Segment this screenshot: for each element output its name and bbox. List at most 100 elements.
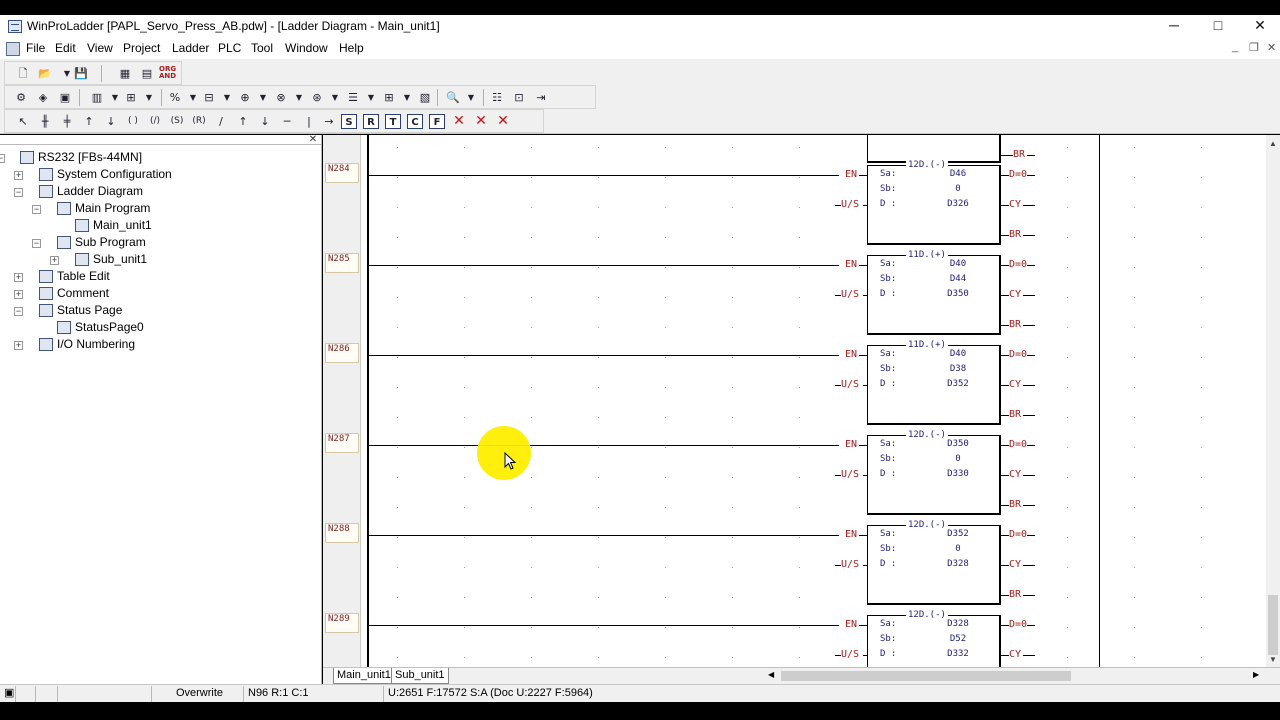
menu-tool[interactable]: Tool	[251, 41, 273, 55]
tab-main-unit1[interactable]: Main_unit1	[333, 668, 395, 684]
r-function-icon[interactable]: R	[363, 114, 379, 129]
expand-icon[interactable]: +	[14, 273, 23, 282]
down-contact-icon[interactable]: ↓	[103, 114, 119, 129]
dropdown-arrow-icon[interactable]: ▼	[107, 90, 123, 105]
collapse-icon[interactable]: −	[14, 188, 23, 197]
tree-node-rs232[interactable]: − RS232 [FBs-44MN]	[0, 150, 320, 166]
menu-ladder[interactable]: Ladder	[172, 41, 209, 55]
function-block-partial[interactable]	[867, 135, 1001, 163]
function-block[interactable]: 12D.(-) Sa: D350 Sb: 0 D : D330	[867, 430, 1001, 515]
mdi-minimize-button[interactable]: _	[1232, 41, 1238, 53]
dropdown-arrow-icon[interactable]: ▼	[185, 90, 201, 105]
tree-node-status-page0[interactable]: StatusPage0	[0, 320, 320, 336]
new-file-icon[interactable]: 🗋	[15, 66, 31, 81]
panel-close-icon[interactable]: ✕	[308, 135, 318, 145]
select-tool-icon[interactable]: ↖	[15, 114, 31, 129]
collapse-icon[interactable]: −	[32, 239, 41, 248]
function-block[interactable]: 11D.(+) Sa: D40 Sb: D38 D : D352	[867, 340, 1001, 425]
run-icon[interactable]: ▥	[89, 90, 105, 105]
scroll-thumb[interactable]	[781, 671, 1071, 681]
reset-coil-icon[interactable]: (R)	[191, 114, 207, 129]
search-icon[interactable]: 🔍	[445, 90, 461, 105]
list-icon[interactable]: ⊛	[309, 90, 325, 105]
dropdown-arrow-icon[interactable]: ▼	[463, 90, 479, 105]
tree-node-sub-unit1[interactable]: + Sub_unit1	[0, 252, 320, 268]
up-diff-icon[interactable]: ↑	[235, 114, 251, 129]
delete-icon[interactable]: ✕	[451, 114, 467, 129]
collapse-icon[interactable]: −	[0, 154, 5, 163]
mdi-restore-button[interactable]: ❐	[1249, 41, 1259, 54]
scroll-right-icon[interactable]: ▶	[1253, 670, 1259, 679]
vertical-line-icon[interactable]: |	[301, 114, 317, 129]
delete-row-icon[interactable]: ✕	[473, 114, 489, 129]
align-icon[interactable]: ☰	[345, 90, 361, 105]
down-diff-icon[interactable]: ↓	[257, 114, 273, 129]
diagram-icon[interactable]: ◈	[35, 90, 51, 105]
rung-insert-icon[interactable]: ☷	[489, 90, 505, 105]
t-function-icon[interactable]: T	[385, 114, 401, 129]
mdi-close-button[interactable]: ✕	[1267, 41, 1276, 54]
network-number-tag[interactable]: N287	[325, 433, 359, 453]
expand-icon[interactable]: ▧	[417, 90, 433, 105]
maximize-button[interactable]: □	[1196, 15, 1240, 37]
tree-node-sub-program[interactable]: − Sub Program	[0, 235, 320, 251]
up-contact-icon[interactable]: ↑	[81, 114, 97, 129]
tree-node-status-page[interactable]: − Status Page	[0, 303, 320, 319]
network-icon[interactable]: ⊞	[381, 90, 397, 105]
open-coil-icon[interactable]: ( )	[125, 114, 141, 129]
dropdown-arrow-icon[interactable]: ▼	[327, 90, 343, 105]
org-and-icon[interactable]: ORG AND	[159, 66, 176, 81]
tree-node-io-numbering[interactable]: + I/O Numbering	[0, 337, 320, 353]
f-function-icon[interactable]: F	[429, 114, 445, 129]
network-number-tag[interactable]: N284	[325, 163, 359, 183]
menu-edit[interactable]: Edit	[55, 41, 76, 55]
rung-jump-icon[interactable]: ⇥	[533, 90, 549, 105]
tree-node-main-unit1[interactable]: Main_unit1	[0, 218, 320, 234]
monitor-icon[interactable]: ▣	[57, 90, 73, 105]
save-icon[interactable]: 💾	[73, 66, 89, 81]
dropdown-arrow-icon[interactable]: ▼	[255, 90, 271, 105]
tab-sub-unit1[interactable]: Sub_unit1	[391, 668, 449, 684]
table-view-icon[interactable]: ▤	[139, 66, 155, 81]
edit-icon[interactable]: ⊞	[123, 90, 139, 105]
function-block[interactable]: 12D.(-) Sa: D46 Sb: 0 D : D326	[867, 160, 1001, 245]
rung-select-icon[interactable]: ⊡	[511, 90, 527, 105]
dropdown-arrow-icon[interactable]: ▼	[399, 90, 415, 105]
close-button[interactable]: ✕	[1238, 15, 1280, 37]
horizontal-line-icon[interactable]: ─	[279, 114, 295, 129]
no-contact-icon[interactable]: ╫	[37, 114, 53, 129]
zoom-icon[interactable]: ⊕	[237, 90, 253, 105]
collapse-icon[interactable]: −	[32, 205, 41, 214]
ladder-diagram-canvas[interactable]: BR N284 EN U/S 12D.(-) Sa: D46 Sb: 0 D : D326 D=0 CY…	[323, 135, 1266, 667]
tree-node-ladder-diagram[interactable]: − Ladder Diagram	[0, 184, 320, 200]
register-icon[interactable]: ⊗	[273, 90, 289, 105]
network-number-tag[interactable]: N288	[325, 523, 359, 543]
document-icon[interactable]	[6, 42, 20, 56]
tree-node-main-program[interactable]: − Main Program	[0, 201, 320, 217]
scroll-down-icon[interactable]: ▼	[1269, 655, 1277, 664]
horizontal-scrollbar[interactable]: ◀	[765, 669, 1265, 683]
menu-plc[interactable]: PLC	[218, 41, 241, 55]
menu-project[interactable]: Project	[123, 41, 160, 55]
dropdown-arrow-icon[interactable]: ▼	[291, 90, 307, 105]
inverse-coil-icon[interactable]: (/)	[147, 114, 163, 129]
dropdown-arrow-icon[interactable]: ▼	[363, 90, 379, 105]
scroll-up-icon[interactable]: ▲	[1269, 139, 1277, 148]
arrow-right-icon[interactable]: →	[321, 114, 337, 129]
scroll-thumb[interactable]	[1268, 595, 1278, 655]
menu-help[interactable]: Help	[339, 41, 364, 55]
expand-icon[interactable]: +	[14, 341, 23, 350]
find-icon[interactable]: %	[167, 90, 183, 105]
inverse-icon[interactable]: /	[213, 114, 229, 129]
expand-icon[interactable]: +	[50, 256, 59, 265]
function-block[interactable]: 12D.(-) Sa: D328 Sb: D52 D : D332	[867, 610, 1001, 667]
expand-icon[interactable]: +	[14, 290, 23, 299]
minimize-button[interactable]: ─	[1152, 15, 1196, 37]
tree-node-comment[interactable]: + Comment	[0, 286, 320, 302]
dropdown-arrow-icon[interactable]: ▼	[141, 90, 157, 105]
tree-node-system-configuration[interactable]: + System Configuration	[0, 167, 320, 183]
function-block[interactable]: 11D.(+) Sa: D40 Sb: D44 D : D350	[867, 250, 1001, 335]
expand-icon[interactable]: +	[14, 171, 23, 180]
s-function-icon[interactable]: S	[341, 114, 357, 129]
tree-node-table-edit[interactable]: + Table Edit	[0, 269, 320, 285]
